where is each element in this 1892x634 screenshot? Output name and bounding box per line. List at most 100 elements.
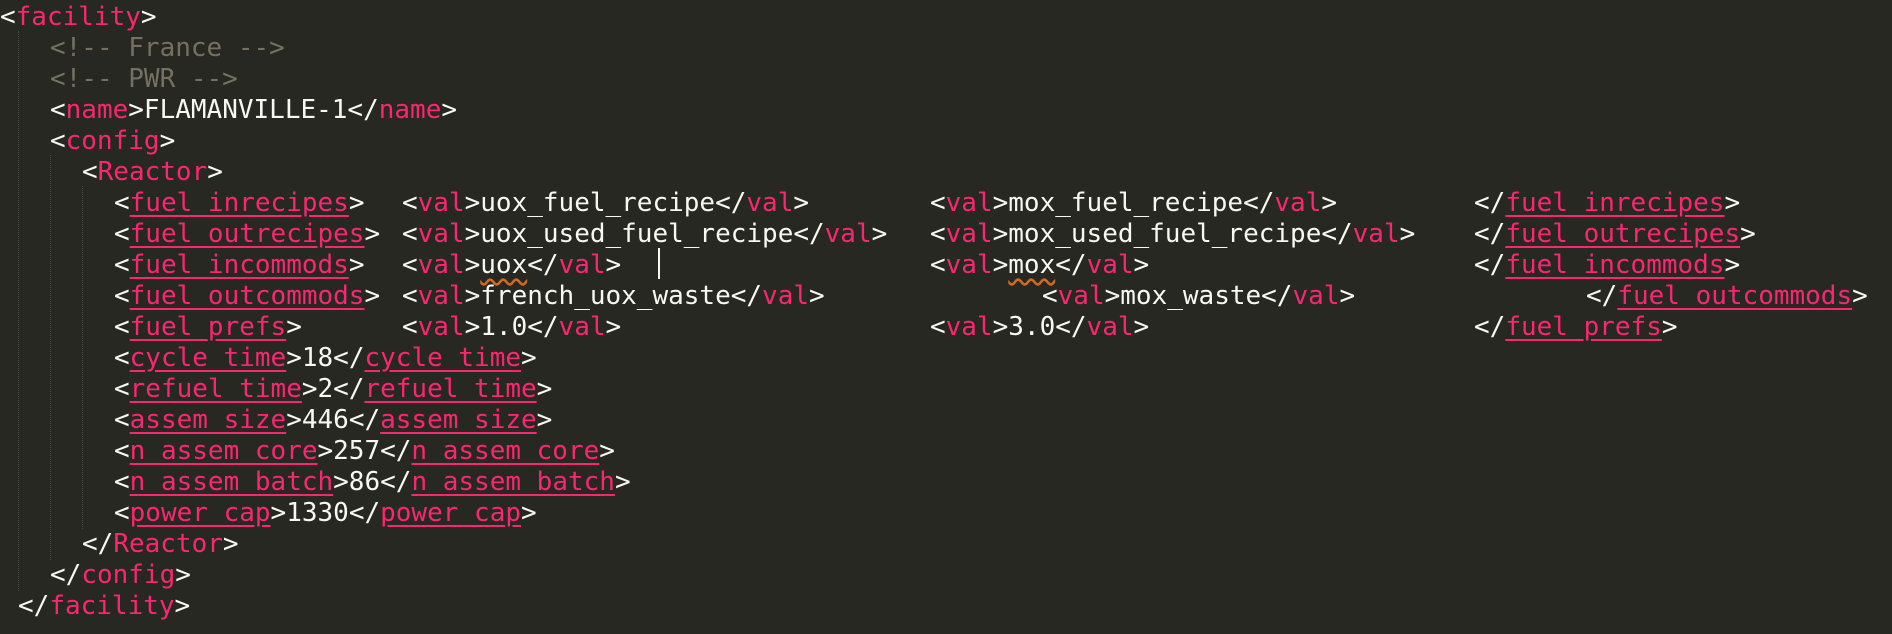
code-text: >french_uox_waste</	[464, 281, 763, 311]
code-line-segment[interactable]: </config>	[50, 560, 191, 591]
code-text: <	[114, 467, 130, 497]
xml-tag-name: val	[417, 312, 465, 342]
code-line-segment[interactable]: </fuel_prefs>	[1474, 312, 1678, 343]
code-text: <	[114, 219, 130, 249]
indent-guide	[18, 31, 19, 591]
code-text: >	[599, 436, 615, 466]
code-line-segment[interactable]: <val>french_uox_waste</val>	[402, 281, 825, 312]
code-text: >	[1724, 250, 1741, 280]
xml-tag-name: name	[378, 95, 442, 125]
code-text: <	[50, 95, 66, 125]
code-text: uox	[480, 250, 528, 280]
indent-guide	[82, 186, 83, 529]
xml-tag-name: config	[81, 560, 176, 590]
code-line-segment[interactable]: <val>uox</val>	[402, 250, 621, 281]
xml-tag-name: refuel_time	[129, 374, 302, 404]
xml-tag-name: val	[945, 250, 993, 280]
code-editor[interactable]: <facility> <!-- France --> <!-- PWR --> <na…	[0, 0, 1892, 634]
xml-tag-name: fuel_prefs	[1505, 312, 1662, 342]
xml-tag-name: val	[1292, 281, 1340, 311]
code-line-segment[interactable]: </fuel_inrecipes>	[1474, 188, 1740, 219]
xml-tag-name: val	[945, 188, 993, 218]
xml-tag-name: fuel_outrecipes	[129, 219, 365, 249]
text-cursor	[658, 248, 660, 279]
code-line-segment[interactable]: <facility>	[0, 2, 157, 33]
code-line-segment[interactable]: <n_assem_core>257</n_assem_core>	[114, 436, 615, 467]
code-line-segment[interactable]: </facility>	[18, 591, 190, 622]
xml-tag-name: val	[417, 250, 465, 280]
code-line-segment[interactable]: <val>mox</val>	[930, 250, 1149, 281]
code-text: </	[1055, 250, 1087, 280]
code-text: <	[930, 219, 946, 249]
code-text: >	[536, 405, 553, 435]
code-text: >	[364, 281, 381, 311]
code-text: >	[441, 95, 458, 125]
xml-tag-name: val	[945, 312, 993, 342]
xml-tag-name: n_assem_core	[411, 436, 600, 466]
code-text: <	[114, 188, 130, 218]
xml-tag-name: fuel_outrecipes	[1505, 219, 1741, 249]
xml-tag-name: val	[1086, 250, 1134, 280]
code-text: <	[114, 374, 130, 404]
code-text: <	[930, 250, 946, 280]
code-line-segment[interactable]: <Reactor>	[82, 157, 223, 188]
code-line-segment[interactable]: <n_assem_batch>86</n_assem_batch>	[114, 467, 631, 498]
xml-tag-name: val	[762, 281, 810, 311]
code-line-segment[interactable]: <config>	[50, 126, 175, 157]
code-text: <	[114, 281, 130, 311]
code-text: <	[114, 436, 130, 466]
code-text: >	[159, 126, 176, 156]
code-line-segment[interactable]: <val>1.0</val>	[402, 312, 621, 343]
code-text: <	[0, 2, 16, 32]
code-line-segment[interactable]: <val>uox_used_fuel_recipe</val>	[402, 219, 887, 250]
xml-tag-name: val	[417, 281, 465, 311]
code-line-segment[interactable]: <fuel_incommods>	[114, 250, 364, 281]
code-text: >	[614, 467, 631, 497]
code-line-segment[interactable]: <!-- France -->	[50, 33, 285, 64]
code-line-segment[interactable]: <name>FLAMANVILLE-1</name>	[50, 95, 457, 126]
code-text: >FLAMANVILLE-1</	[128, 95, 379, 125]
code-text: <	[1042, 281, 1058, 311]
code-line-segment[interactable]: <fuel_prefs>	[114, 312, 302, 343]
xml-tag-name: val	[824, 219, 872, 249]
code-text: >	[793, 188, 810, 218]
code-text: >	[536, 374, 553, 404]
code-line-segment[interactable]: </fuel_incommods>	[1474, 250, 1740, 281]
xml-tag-name: val	[558, 250, 606, 280]
code-text: >	[605, 312, 622, 342]
code-text: >	[871, 219, 888, 249]
code-text: <	[50, 126, 66, 156]
code-text: <	[82, 157, 98, 187]
code-text: <	[402, 188, 418, 218]
code-line-segment[interactable]: <assem_size>446</assem_size>	[114, 405, 552, 436]
code-text: <	[930, 312, 946, 342]
code-text: >	[1399, 219, 1416, 249]
code-text: >	[207, 157, 223, 187]
code-line-segment[interactable]: <val>mox_fuel_recipe</val>	[930, 188, 1337, 219]
code-line-segment[interactable]: <fuel_outcommods>	[114, 281, 380, 312]
code-text: mox	[1008, 250, 1056, 280]
code-line-segment[interactable]: <fuel_outrecipes>	[114, 219, 380, 250]
code-line-segment[interactable]: <power_cap>1330</power_cap>	[114, 498, 537, 529]
code-text: >	[605, 250, 622, 280]
code-line-segment[interactable]: <refuel_time>2</refuel_time>	[114, 374, 552, 405]
code-line-segment[interactable]: <val>mox_waste</val>	[1042, 281, 1355, 312]
xml-tag-name: n_assem_batch	[411, 467, 615, 497]
code-text: <	[114, 405, 130, 435]
code-text: >	[348, 188, 365, 218]
code-line-segment[interactable]: <val>uox_fuel_recipe</val>	[402, 188, 809, 219]
code-text: </	[1474, 312, 1506, 342]
xml-tag-name: val	[1352, 219, 1400, 249]
code-line-segment[interactable]: <cycle_time>18</cycle_time>	[114, 343, 537, 374]
code-line-segment[interactable]: <!-- PWR -->	[50, 64, 238, 95]
xml-tag-name: val	[558, 312, 606, 342]
xml-tag-name: val	[1057, 281, 1105, 311]
code-text: >86</	[333, 467, 412, 497]
code-line-segment[interactable]: </fuel_outcommods>	[1586, 281, 1868, 312]
code-line-segment[interactable]: <val>mox_used_fuel_recipe</val>	[930, 219, 1415, 250]
code-line-segment[interactable]: </Reactor>	[82, 529, 239, 560]
code-text: >	[521, 343, 537, 373]
code-line-segment[interactable]: <fuel_inrecipes>	[114, 188, 364, 219]
code-line-segment[interactable]: <val>3.0</val>	[930, 312, 1149, 343]
code-line-segment[interactable]: </fuel_outrecipes>	[1474, 219, 1756, 250]
